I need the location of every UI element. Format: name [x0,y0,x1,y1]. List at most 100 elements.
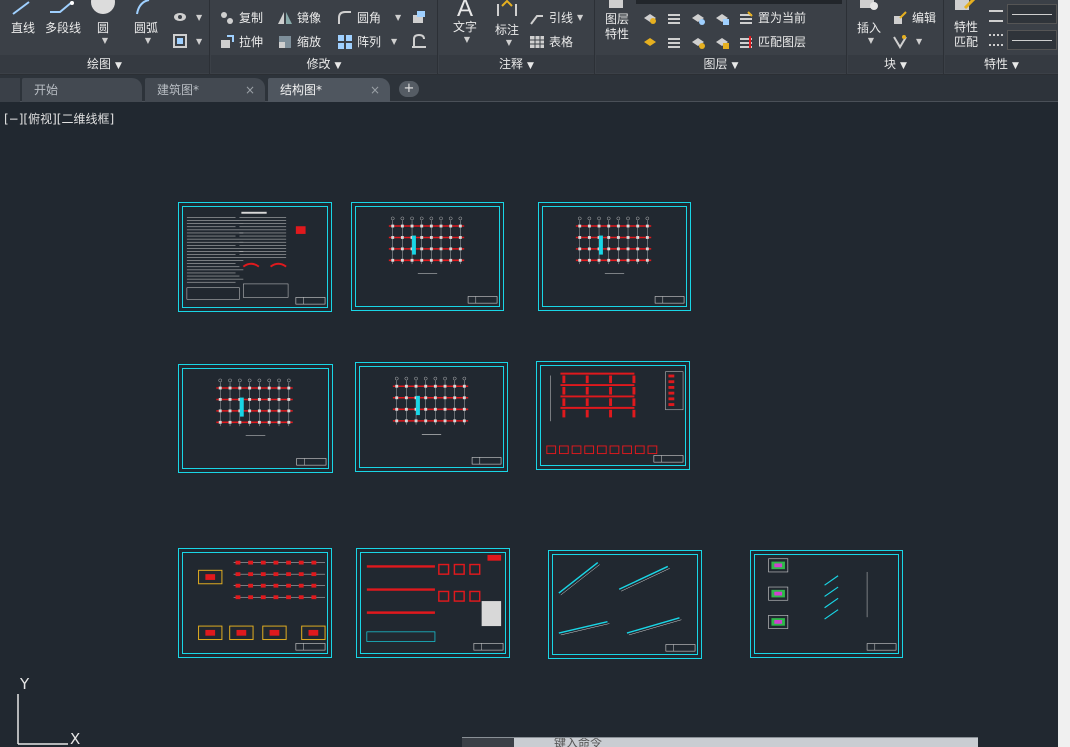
layer-properties-icon [609,0,623,8]
set-current-button[interactable]: 置为当前 [738,9,806,26]
annotation-panel-title[interactable]: 注释 ▼ [439,55,594,73]
command-input[interactable]: 键入命令 [554,738,602,747]
command-line[interactable]: 键入命令 [462,737,978,747]
insert-icon [860,0,878,10]
match-layer-button[interactable]: 匹配图层 [738,33,806,50]
chevron-down-icon[interactable]: ▼ [856,36,886,45]
arc-icon [136,0,150,15]
dimension-button[interactable]: 标注 ▼ [489,0,525,47]
chevron-down-icon[interactable]: ▼ [916,37,922,46]
arc-button[interactable]: 圆弧 ▼ [128,0,164,45]
drawing-sheet-sections[interactable] [750,550,903,658]
modify-panel-title[interactable]: 修改 ▼ [211,55,437,73]
chevron-down-icon[interactable]: ▼ [196,13,202,22]
table-button[interactable]: 表格 [529,33,573,50]
layers-panel-title[interactable]: 图层 ▼ [596,55,846,73]
chevron-down-icon[interactable]: ▼ [196,37,202,46]
layer-off-button[interactable] [642,10,662,26]
drawing-sheet-plan[interactable] [178,364,333,473]
layer-on-button[interactable] [642,34,662,50]
copy-button[interactable]: 复制 [219,9,263,26]
linetype-dropdown[interactable] [1007,30,1057,50]
insert-button[interactable]: 插入 ▼ [852,0,886,45]
drawing-sheet-plan[interactable] [538,202,691,311]
layer-isolate-button[interactable] [666,10,686,26]
copy-icon [221,11,233,24]
file-tab-bar: 开始 建筑图* × 结构图* × + [0,75,1058,102]
drawing-sheet-details[interactable] [356,548,510,658]
layer-lock-button[interactable] [714,10,734,26]
draw-panel-title-text: 绘图 [87,57,112,71]
sheet-drawing [546,371,684,463]
close-icon[interactable]: × [245,78,255,102]
circle-icon [91,0,115,14]
region-button[interactable]: ▼ [172,33,202,49]
new-tab-button[interactable]: + [399,81,419,97]
linetype-icon[interactable] [989,34,1003,46]
match-properties-button[interactable]: 特性 匹配 [949,0,983,50]
chevron-down-icon: ▼ [527,61,534,71]
layer-walk-button[interactable] [666,34,686,50]
chevron-down-icon[interactable]: ▼ [132,36,164,45]
fillet-button[interactable]: 圆角 ▼ [337,9,401,26]
array-button[interactable]: 阵列 ▼ [337,33,397,50]
layer-dropdown[interactable] [636,0,842,4]
polyline-button[interactable]: 多段线 [42,0,84,36]
stretch-button[interactable]: 拉伸 [219,33,263,50]
annotation-panel-title-text: 注释 [499,57,524,71]
chevron-down-icon: ▼ [1012,61,1019,71]
sheet-content [182,552,328,654]
chevron-down-icon[interactable]: ▼ [391,37,397,46]
sheet-content [360,552,506,654]
drawing-canvas[interactable]: [−][俯视][二维线框] [0,102,1058,747]
drawing-sheet-foundation[interactable] [178,548,332,658]
command-line-buttons[interactable] [462,738,514,747]
offset-button[interactable] [411,33,431,49]
drawing-sheet-plan[interactable] [355,362,508,472]
array-label: 阵列 [357,35,382,49]
tab-structure-label: 结构图* [280,83,323,97]
drawing-sheet-notes[interactable] [178,202,332,312]
drawing-sheet-plan[interactable] [351,202,504,311]
ribbon: 直线 多段线 圆 ▼ 圆弧 ▼ ▼ ▼ 绘图 ▼ 复制 镜像 圆角 ▼ 拉伸 缩放 … [0,0,1058,75]
chevron-down-icon[interactable]: ▼ [92,36,118,45]
layer-unlock-button[interactable] [714,34,734,50]
block-attribute-icon [893,35,907,49]
close-icon[interactable]: × [370,78,380,102]
properties-panel-title[interactable]: 特性 ▼ [945,55,1058,73]
chevron-down-icon[interactable]: ▼ [451,35,483,44]
layer-freeze-button[interactable] [690,10,710,26]
circle-button[interactable]: 圆 ▼ [88,0,118,45]
layer-thaw-button[interactable] [690,34,710,50]
scale-button[interactable]: 缩放 [277,33,321,50]
chevron-down-icon[interactable]: ▼ [577,13,583,22]
dimension-icon [497,0,517,16]
dimension-label: 标注 [494,23,519,37]
lineweight-icon[interactable] [989,10,1003,22]
leader-button[interactable]: 引线 ▼ [529,9,583,26]
viewport-controls[interactable]: [−][俯视][二维线框] [4,110,114,127]
block-edit-button[interactable]: 编辑 [892,9,936,26]
sheet-drawing [388,216,498,304]
tab-structure[interactable]: 结构图* × [268,78,390,102]
mirror-button[interactable]: 镜像 [277,9,321,26]
draw-panel-title[interactable]: 绘图 ▼ [0,55,209,73]
drawing-sheet-frames[interactable] [536,361,690,470]
lineweight-dropdown[interactable] [1007,4,1057,24]
sheet-drawing [186,211,326,305]
block-attribute-button[interactable]: ▼ [892,33,922,49]
polyline-label: 多段线 [44,21,81,35]
line-button[interactable]: 直线 [6,0,40,36]
block-panel-title[interactable]: 块 ▼ [848,55,943,73]
drawing-sheet-stairs[interactable] [548,550,702,659]
hatch-button[interactable]: ▼ [172,9,202,25]
text-button[interactable]: A 文字 ▼ [447,0,483,44]
explode-button[interactable] [411,9,431,25]
chevron-down-icon[interactable]: ▼ [395,13,401,22]
layers-panel: 图层 特性 置为当前 匹配图层 图层 ▼ [596,0,847,75]
tab-architecture[interactable]: 建筑图* × [145,78,265,102]
tab-start[interactable]: 开始 [22,78,142,102]
tab-menu-toggle[interactable] [0,78,20,102]
layer-properties-button[interactable]: 图层 特性 [600,0,634,42]
chevron-down-icon[interactable]: ▼ [493,38,525,47]
